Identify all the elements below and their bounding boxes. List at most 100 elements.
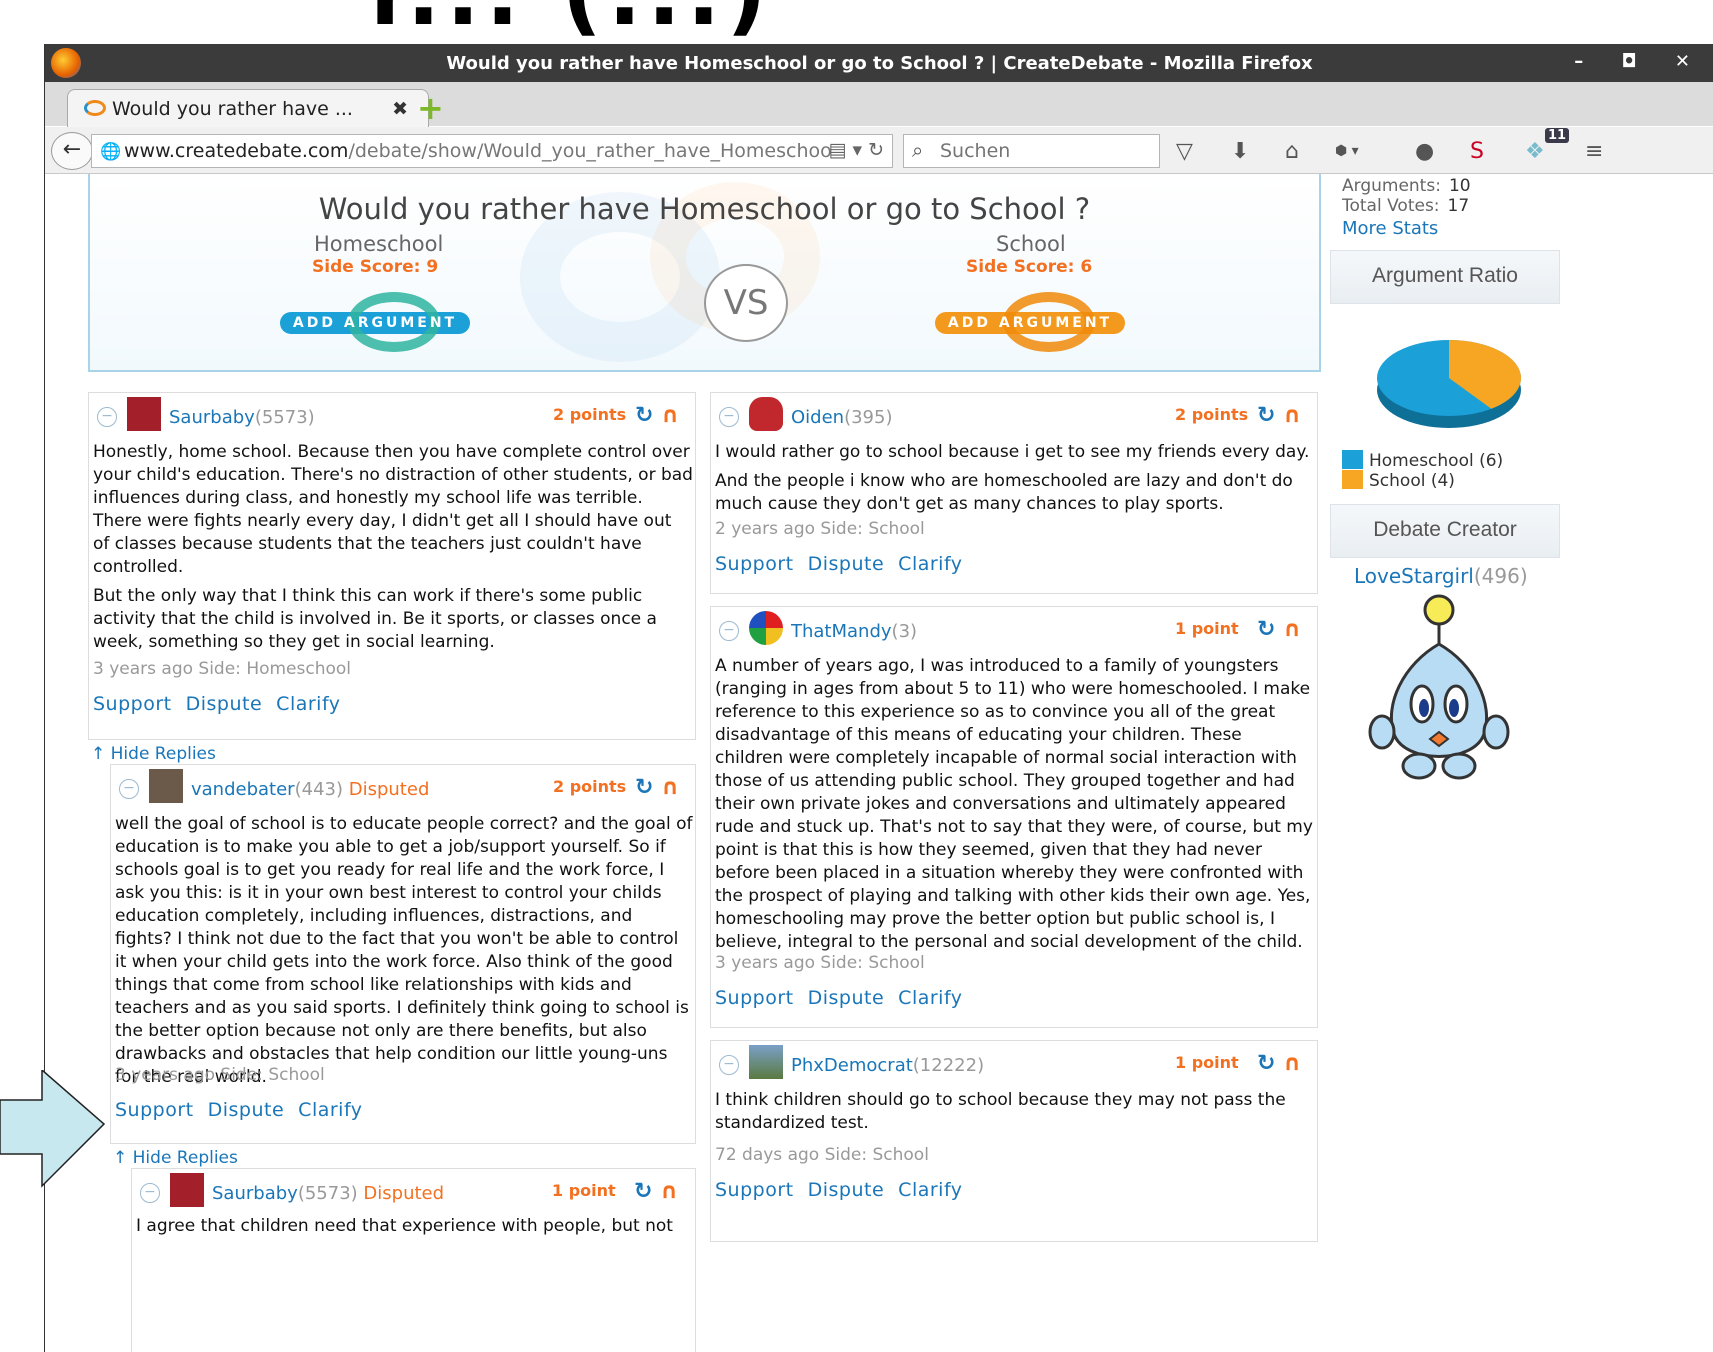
- creator-avatar[interactable]: [1364, 594, 1514, 794]
- clarify-link[interactable]: Clarify: [298, 1099, 362, 1121]
- points-label: 1 point: [1175, 1053, 1239, 1072]
- vote-buttons[interactable]: ↻ ∩: [634, 1179, 678, 1204]
- url-text: www.createdebate.com/debate/show/Would_y…: [124, 140, 832, 162]
- back-arrow-icon[interactable]: ←: [51, 132, 93, 170]
- vote-buttons[interactable]: ↻ ∩: [635, 403, 679, 428]
- avatar[interactable]: [170, 1173, 204, 1207]
- dispute-link[interactable]: Dispute: [808, 553, 885, 575]
- window-controls[interactable]: – ◘ ✕: [1574, 51, 1706, 72]
- download-icon[interactable]: ⬇: [1231, 139, 1249, 164]
- tab-current[interactable]: Would you rather have ... ✖: [67, 89, 429, 128]
- vote-up-icon[interactable]: ↻: [1257, 403, 1275, 428]
- vs-badge: VS: [704, 264, 788, 342]
- vote-up-icon[interactable]: ↻: [1257, 1051, 1275, 1076]
- vote-up-icon[interactable]: ↻: [1257, 617, 1275, 642]
- search-bar[interactable]: ⌕: [903, 134, 1160, 168]
- argument-actions: Support Dispute Clarify: [93, 693, 355, 715]
- vote-down-icon[interactable]: ∩: [1283, 617, 1301, 642]
- vote-buttons[interactable]: ↻ ∩: [1257, 403, 1301, 428]
- hide-replies-link[interactable]: ↑ Hide Replies: [91, 744, 216, 764]
- support-link[interactable]: Support: [715, 987, 794, 1009]
- argument-author[interactable]: Saurbaby(5573) Disputed: [212, 1183, 444, 1204]
- clarify-link[interactable]: Clarify: [898, 553, 962, 575]
- argument-card-school: − ThatMandy(3) 1 point ↻ ∩ A number of y…: [710, 606, 1318, 1028]
- argument-author[interactable]: Oiden(395): [791, 407, 892, 428]
- url-bar[interactable]: 🌐 www.createdebate.com/debate/show/Would…: [91, 134, 893, 168]
- argument-author[interactable]: ThatMandy(3): [791, 621, 917, 642]
- chat-icon[interactable]: ●: [1415, 139, 1434, 164]
- vote-down-icon[interactable]: ∩: [660, 1179, 678, 1204]
- vote-buttons[interactable]: ↻ ∩: [1257, 617, 1301, 642]
- vote-down-icon[interactable]: ∩: [1283, 403, 1301, 428]
- collapse-icon[interactable]: −: [719, 621, 739, 641]
- dispute-link[interactable]: Dispute: [808, 1179, 885, 1201]
- add-argument-homeschool-button[interactable]: ADD ARGUMENT: [280, 292, 470, 352]
- collapse-icon[interactable]: −: [719, 407, 739, 427]
- argument-text: I agree that children need that experien…: [136, 1216, 673, 1236]
- vote-down-icon[interactable]: ∩: [661, 403, 679, 428]
- vote-buttons[interactable]: ↻ ∩: [1257, 1051, 1301, 1076]
- legend-homeschool: Homeschool (6): [1342, 450, 1503, 471]
- vote-buttons[interactable]: ↻ ∩: [635, 775, 679, 800]
- support-link[interactable]: Support: [715, 1179, 794, 1201]
- collapse-icon[interactable]: −: [719, 1055, 739, 1075]
- notification-badge: 11: [1545, 128, 1570, 143]
- menu-icon[interactable]: ≡: [1585, 139, 1603, 164]
- argument-meta: 3 years ago Side: School: [715, 953, 925, 973]
- argument-text: Honestly, home school. Because then you …: [93, 442, 693, 652]
- vote-down-icon[interactable]: ∩: [661, 775, 679, 800]
- support-link[interactable]: Support: [115, 1099, 194, 1121]
- ghost-icon[interactable]: ❖: [1525, 139, 1545, 164]
- vote-up-icon[interactable]: ↻: [635, 403, 653, 428]
- tab-close-icon[interactable]: ✖: [392, 98, 408, 120]
- reader-dropdown-reload-icons[interactable]: ▤ ▾ ↻: [829, 139, 885, 161]
- argument-ratio-header: Argument Ratio: [1330, 250, 1560, 304]
- argument-meta: 2 years ago Side: School: [715, 519, 925, 539]
- dispute-link[interactable]: Dispute: [208, 1099, 285, 1121]
- creator-link[interactable]: LoveStargirl(496): [1354, 564, 1528, 588]
- argument-author[interactable]: PhxDemocrat(12222): [791, 1055, 984, 1076]
- pocket-icon[interactable]: ▽: [1176, 139, 1193, 164]
- more-stats-link[interactable]: More Stats: [1342, 218, 1438, 239]
- legend-school: School (4): [1342, 470, 1455, 491]
- collapse-icon[interactable]: −: [97, 407, 117, 427]
- argument-card-reply: − Saurbaby(5573) Disputed 1 point ↻ ∩ I …: [131, 1168, 696, 1352]
- support-link[interactable]: Support: [93, 693, 172, 715]
- argument-ratio-pie-chart: [1377, 340, 1521, 428]
- debate-title: Would you rather have Homeschool or go t…: [318, 192, 1091, 226]
- argument-actions: Support Dispute Clarify: [715, 987, 977, 1009]
- avatar[interactable]: [127, 397, 161, 431]
- argument-author[interactable]: Saurbaby(5573): [169, 407, 315, 428]
- dispute-link[interactable]: Dispute: [186, 693, 263, 715]
- search-input[interactable]: [938, 139, 1152, 163]
- adblock-icon[interactable]: ⬢ ▾: [1335, 143, 1359, 159]
- avatar[interactable]: [749, 397, 783, 431]
- annotation-arrow-icon: [0, 1070, 106, 1188]
- avatar[interactable]: [749, 611, 783, 645]
- collapse-icon[interactable]: −: [140, 1183, 160, 1203]
- add-argument-school-button[interactable]: ADD ARGUMENT: [935, 292, 1125, 352]
- argument-text: well the goal of school is to educate pe…: [115, 814, 693, 1087]
- vote-up-icon[interactable]: ↻: [635, 775, 653, 800]
- dispute-link[interactable]: Dispute: [808, 987, 885, 1009]
- vote-down-icon[interactable]: ∩: [1283, 1051, 1301, 1076]
- new-tab-plus-icon[interactable]: +: [417, 92, 444, 124]
- side-name-school: School: [996, 232, 1066, 256]
- window-title: Would you rather have Homeschool or go t…: [446, 53, 1313, 74]
- clarify-link[interactable]: Clarify: [276, 693, 340, 715]
- avatar[interactable]: [149, 769, 183, 803]
- vote-up-icon[interactable]: ↻: [634, 1179, 652, 1204]
- avatar[interactable]: [749, 1045, 783, 1079]
- argument-author[interactable]: vandebater(443) Disputed: [191, 779, 429, 800]
- clarify-link[interactable]: Clarify: [898, 987, 962, 1009]
- collapse-icon[interactable]: −: [119, 779, 139, 799]
- extension-s-icon[interactable]: S: [1470, 139, 1484, 164]
- home-icon[interactable]: ⌂: [1285, 139, 1299, 164]
- tab-label: Would you rather have ...: [112, 98, 353, 120]
- createdebate-favicon-icon: [84, 100, 106, 116]
- legend-swatch: [1342, 470, 1363, 489]
- hide-replies-link[interactable]: ↑ Hide Replies: [113, 1148, 238, 1168]
- globe-icon: 🌐: [100, 142, 122, 162]
- support-link[interactable]: Support: [715, 553, 794, 575]
- clarify-link[interactable]: Clarify: [898, 1179, 962, 1201]
